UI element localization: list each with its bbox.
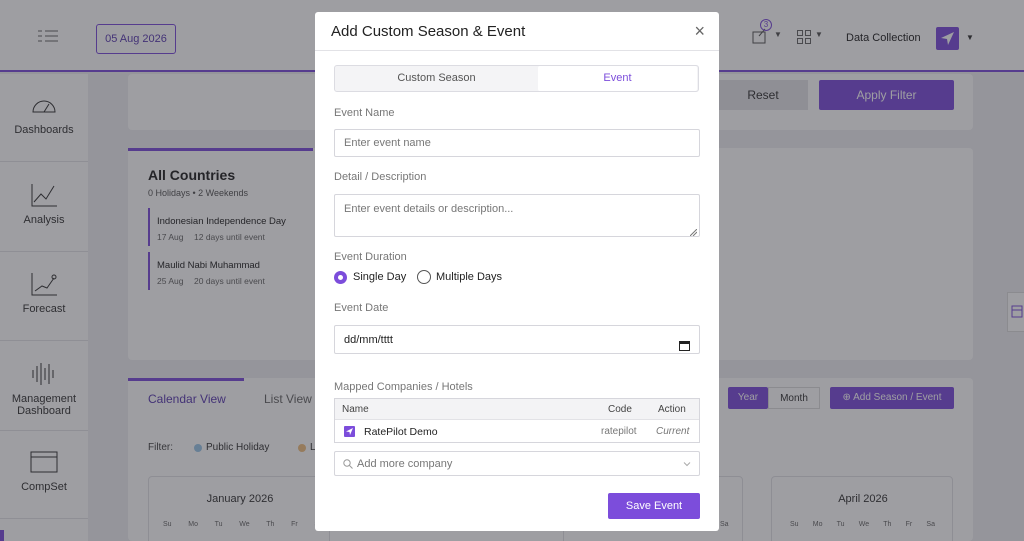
season-event-segmented-control: Custom Season Event xyxy=(334,65,699,92)
event-date-input[interactable]: dd/mm/tttt xyxy=(334,325,700,354)
save-event-button[interactable]: Save Event xyxy=(608,493,700,519)
mapped-companies-table: Name Code Action RatePilot Demo ratepilo… xyxy=(334,398,700,443)
multiple-days-label[interactable]: Multiple Days xyxy=(436,271,502,283)
event-name-input[interactable]: Enter event name xyxy=(334,129,700,157)
tab-event[interactable]: Event xyxy=(538,66,697,91)
table-header: Name Code Action xyxy=(335,399,699,420)
modal-title: Add Custom Season & Event xyxy=(331,23,526,40)
resize-handle-icon[interactable] xyxy=(689,227,698,237)
modal-header: Add Custom Season & Event × xyxy=(315,12,719,51)
description-label: Detail / Description xyxy=(334,171,427,183)
event-date-label: Event Date xyxy=(334,302,389,314)
tab-custom-season[interactable]: Custom Season xyxy=(335,66,538,91)
description-textarea[interactable]: Enter event details or description... xyxy=(334,194,700,237)
single-day-label[interactable]: Single Day xyxy=(353,271,406,283)
calendar-icon[interactable] xyxy=(679,334,690,351)
multiple-days-radio[interactable] xyxy=(417,270,431,284)
event-name-label: Event Name xyxy=(334,107,395,119)
single-day-radio[interactable] xyxy=(334,271,347,284)
search-icon xyxy=(343,459,353,469)
mapped-companies-label: Mapped Companies / Hotels xyxy=(334,381,473,393)
table-row: RatePilot Demo ratepilot Current xyxy=(335,421,699,443)
company-logo-icon xyxy=(344,426,355,437)
event-duration-label: Event Duration xyxy=(334,251,407,263)
add-season-event-modal: Add Custom Season & Event × Custom Seaso… xyxy=(315,12,719,531)
close-icon[interactable]: × xyxy=(694,21,705,42)
add-company-select[interactable]: Add more company xyxy=(334,451,700,476)
chevron-down-icon xyxy=(683,459,691,467)
